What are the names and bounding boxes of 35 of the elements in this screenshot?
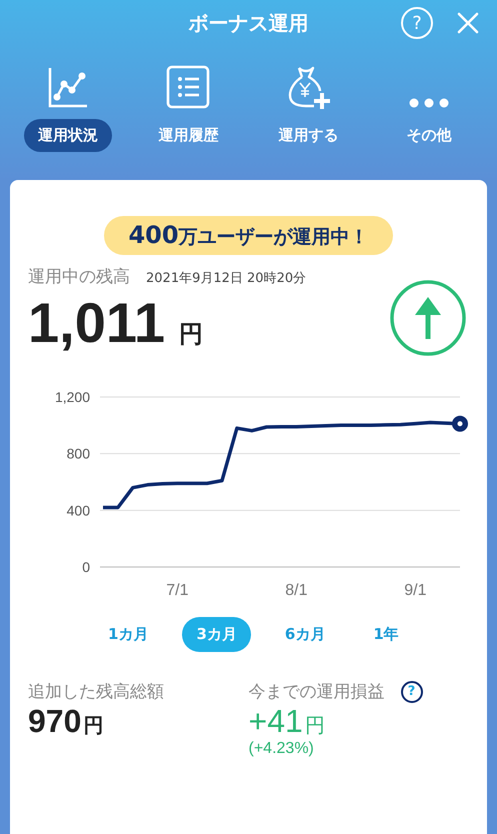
added-amount: 970 bbox=[28, 703, 82, 740]
user-count-banner: 400万ユーザーが運用中！ bbox=[104, 216, 393, 255]
x-axis-label: 9/1 bbox=[404, 582, 426, 599]
help-button[interactable]: ? bbox=[401, 7, 433, 39]
period-tab[interactable]: 6カ月 bbox=[270, 617, 340, 652]
x-axis-label: 7/1 bbox=[166, 582, 188, 599]
y-axis-label: 800 bbox=[66, 446, 90, 462]
profit-percent: (+4.23%) bbox=[248, 740, 314, 758]
nav-tab[interactable]: 運用状況 bbox=[24, 119, 112, 152]
period-tab[interactable]: 1年 bbox=[359, 617, 413, 652]
added-total-label: 追加した残高総額 bbox=[28, 681, 164, 703]
help-button[interactable]: ? bbox=[400, 680, 422, 702]
timestamp: 2021年9月12日 20時20分 bbox=[146, 270, 306, 287]
nav-tab[interactable]: その他 bbox=[392, 119, 466, 152]
y-axis-label: 1,200 bbox=[54, 389, 90, 405]
line-chart-icon[interactable] bbox=[47, 67, 90, 109]
more-icon[interactable] bbox=[408, 97, 450, 109]
balance-label: 運用中の残高 bbox=[28, 266, 130, 288]
period-tab[interactable]: 1カ月 bbox=[94, 617, 162, 652]
currency-unit: 円 bbox=[304, 712, 325, 739]
balance-amount: 1,011 bbox=[28, 290, 166, 355]
nav-tab[interactable]: 運用履歴 bbox=[144, 119, 232, 152]
close-icon[interactable] bbox=[456, 11, 480, 35]
profit-label: 今までの運用損益 bbox=[248, 681, 384, 703]
currency-unit: 円 bbox=[83, 712, 104, 739]
x-axis-label: 8/1 bbox=[285, 582, 308, 599]
end-point-marker bbox=[452, 416, 468, 432]
y-axis-label: 400 bbox=[66, 502, 90, 518]
list-icon[interactable] bbox=[166, 65, 210, 109]
currency-unit: 円 bbox=[179, 319, 204, 350]
y-axis-label: 0 bbox=[82, 559, 90, 575]
window-title: ボーナス運用 bbox=[188, 10, 308, 36]
period-tab[interactable]: 3カ月 bbox=[182, 617, 251, 652]
profit-amount: +41 bbox=[248, 703, 303, 740]
nav-tab[interactable]: 運用する bbox=[264, 119, 353, 152]
